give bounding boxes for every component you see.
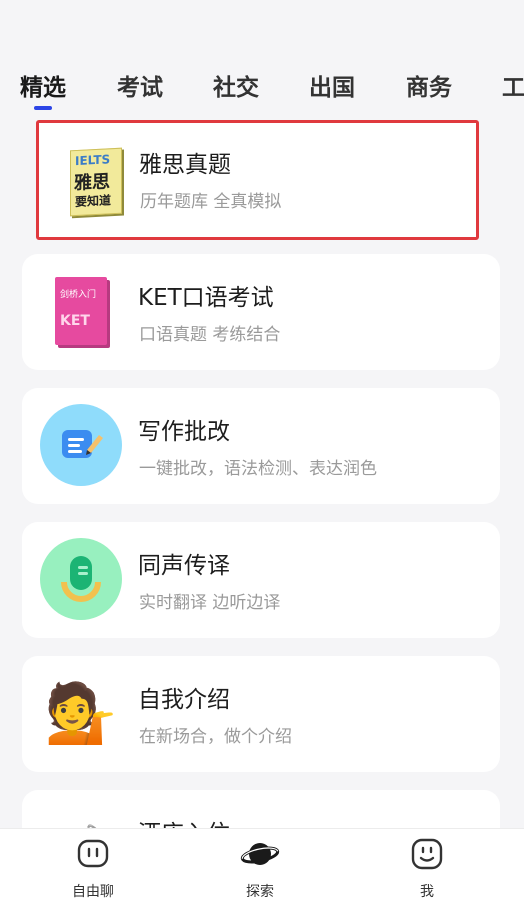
tab-featured[interactable]: 精选: [20, 68, 66, 102]
card-ielts[interactable]: IELTS 雅思 要知道 雅思真题 历年题库 全真模拟: [36, 120, 479, 240]
ket-book-icon: 剑桥入门 KET: [40, 270, 122, 352]
nav-label: 自由聊: [72, 884, 114, 900]
tab-social[interactable]: 社交: [213, 68, 259, 102]
tab-exam[interactable]: 考试: [117, 68, 163, 102]
tab-business[interactable]: 商务: [406, 68, 452, 102]
card-subtitle: 口语真题 考练结合: [139, 325, 281, 345]
tab-work-partial[interactable]: 工: [502, 68, 524, 102]
card-title: KET口语考试: [138, 285, 274, 311]
card-writing-correction[interactable]: 写作批改 一键批改，语法检测、表达润色: [22, 388, 500, 504]
bottom-nav-bar: 自由聊 探索 我: [0, 828, 524, 902]
writing-pencil-icon: [40, 404, 122, 486]
card-title: 同声传译: [138, 553, 230, 579]
microphone-icon: [40, 538, 122, 620]
card-self-introduction[interactable]: 💁 自我介绍 在新场合，做个介绍: [22, 656, 500, 772]
profile-face-icon: [407, 835, 447, 873]
chat-face-icon: [73, 835, 113, 873]
card-ket-speaking[interactable]: 剑桥入门 KET KET口语考试 口语真题 考练结合: [22, 254, 500, 370]
card-simultaneous-interpretation[interactable]: 同声传译 实时翻译 边听边译: [22, 522, 500, 638]
card-subtitle: 一键批改，语法检测、表达润色: [139, 459, 377, 479]
category-tabs: 精选 考试 社交 出国 商务 工: [0, 64, 524, 112]
card-title: 雅思真题: [139, 152, 231, 178]
nav-label: 我: [420, 884, 434, 900]
person-tipping-hand-icon: 💁: [44, 679, 118, 747]
ielts-book-icon: IELTS 雅思 要知道: [55, 141, 137, 223]
tab-abroad[interactable]: 出国: [309, 68, 355, 102]
card-title: 写作批改: [138, 419, 230, 445]
nav-explore[interactable]: 探索: [220, 835, 300, 901]
card-subtitle: 历年题库 全真模拟: [140, 192, 282, 212]
nav-free-chat[interactable]: 自由聊: [53, 835, 133, 901]
card-title: 自我介绍: [138, 687, 230, 713]
card-subtitle: 实时翻译 边听边译: [139, 593, 281, 613]
nav-me[interactable]: 我: [387, 835, 467, 901]
planet-icon: [240, 835, 280, 873]
nav-label: 探索: [246, 884, 274, 900]
active-tab-indicator: [34, 106, 52, 110]
card-subtitle: 在新场合，做个介绍: [139, 727, 292, 747]
